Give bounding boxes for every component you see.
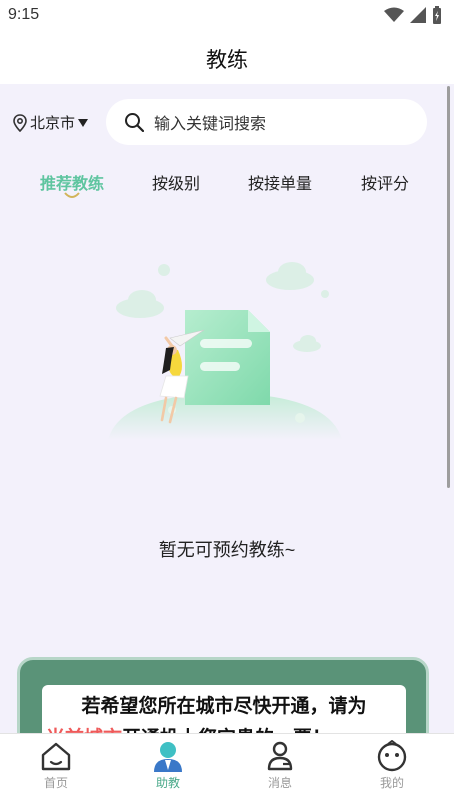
status-time: 9:15 bbox=[8, 6, 40, 23]
empty-state-message: 暂无可预约教练~ bbox=[158, 540, 296, 560]
city-selector[interactable]: 北京市 bbox=[12, 112, 89, 133]
search-icon bbox=[125, 113, 144, 132]
nav-item-coach[interactable]: 助教 bbox=[133, 740, 203, 791]
tab-recommended[interactable]: 推荐教练 bbox=[40, 170, 104, 194]
nav-label-home: 首页 bbox=[43, 776, 68, 790]
nav-item-messages[interactable]: 消息 bbox=[245, 740, 315, 791]
coach-icon bbox=[154, 742, 182, 772]
profile-icon bbox=[377, 740, 407, 772]
nav-label-messages: 消息 bbox=[267, 776, 292, 790]
tab-active-indicator bbox=[64, 192, 80, 198]
filter-tabs: 推荐教练 按级别 按接单量 按评分 bbox=[0, 170, 454, 206]
bottom-nav: 首页 助教 消息 我的 bbox=[0, 733, 454, 794]
status-icons bbox=[384, 6, 442, 24]
status-bar: 9:15 bbox=[0, 0, 454, 32]
tab-by-level[interactable]: 按级别 bbox=[152, 170, 200, 194]
tab-by-rating[interactable]: 按评分 bbox=[361, 170, 409, 194]
search-input[interactable]: 输入关键词搜索 bbox=[106, 99, 427, 145]
signal-icon bbox=[410, 7, 426, 23]
page-title: 教练 bbox=[206, 49, 248, 72]
title-bar: 教练 bbox=[0, 32, 454, 84]
banner-text-line1: 若希望您所在城市尽快开通，请为 bbox=[81, 696, 367, 717]
message-icon bbox=[267, 741, 293, 771]
search-placeholder: 输入关键词搜索 bbox=[154, 116, 267, 133]
nav-label-coach: 助教 bbox=[155, 776, 180, 790]
battery-icon bbox=[433, 6, 441, 24]
tab-by-orders[interactable]: 按接单量 bbox=[248, 170, 312, 194]
home-icon bbox=[41, 742, 71, 771]
city-name: 北京市 bbox=[30, 115, 76, 132]
nav-item-home[interactable]: 首页 bbox=[21, 740, 91, 791]
empty-state-illustration bbox=[108, 262, 342, 440]
nav-label-profile: 我的 bbox=[379, 776, 404, 790]
location-pin-icon bbox=[13, 113, 27, 132]
nav-item-profile[interactable]: 我的 bbox=[357, 740, 427, 791]
caret-down-icon bbox=[78, 118, 89, 127]
wifi-icon bbox=[384, 7, 404, 22]
scrollbar[interactable] bbox=[447, 86, 450, 488]
